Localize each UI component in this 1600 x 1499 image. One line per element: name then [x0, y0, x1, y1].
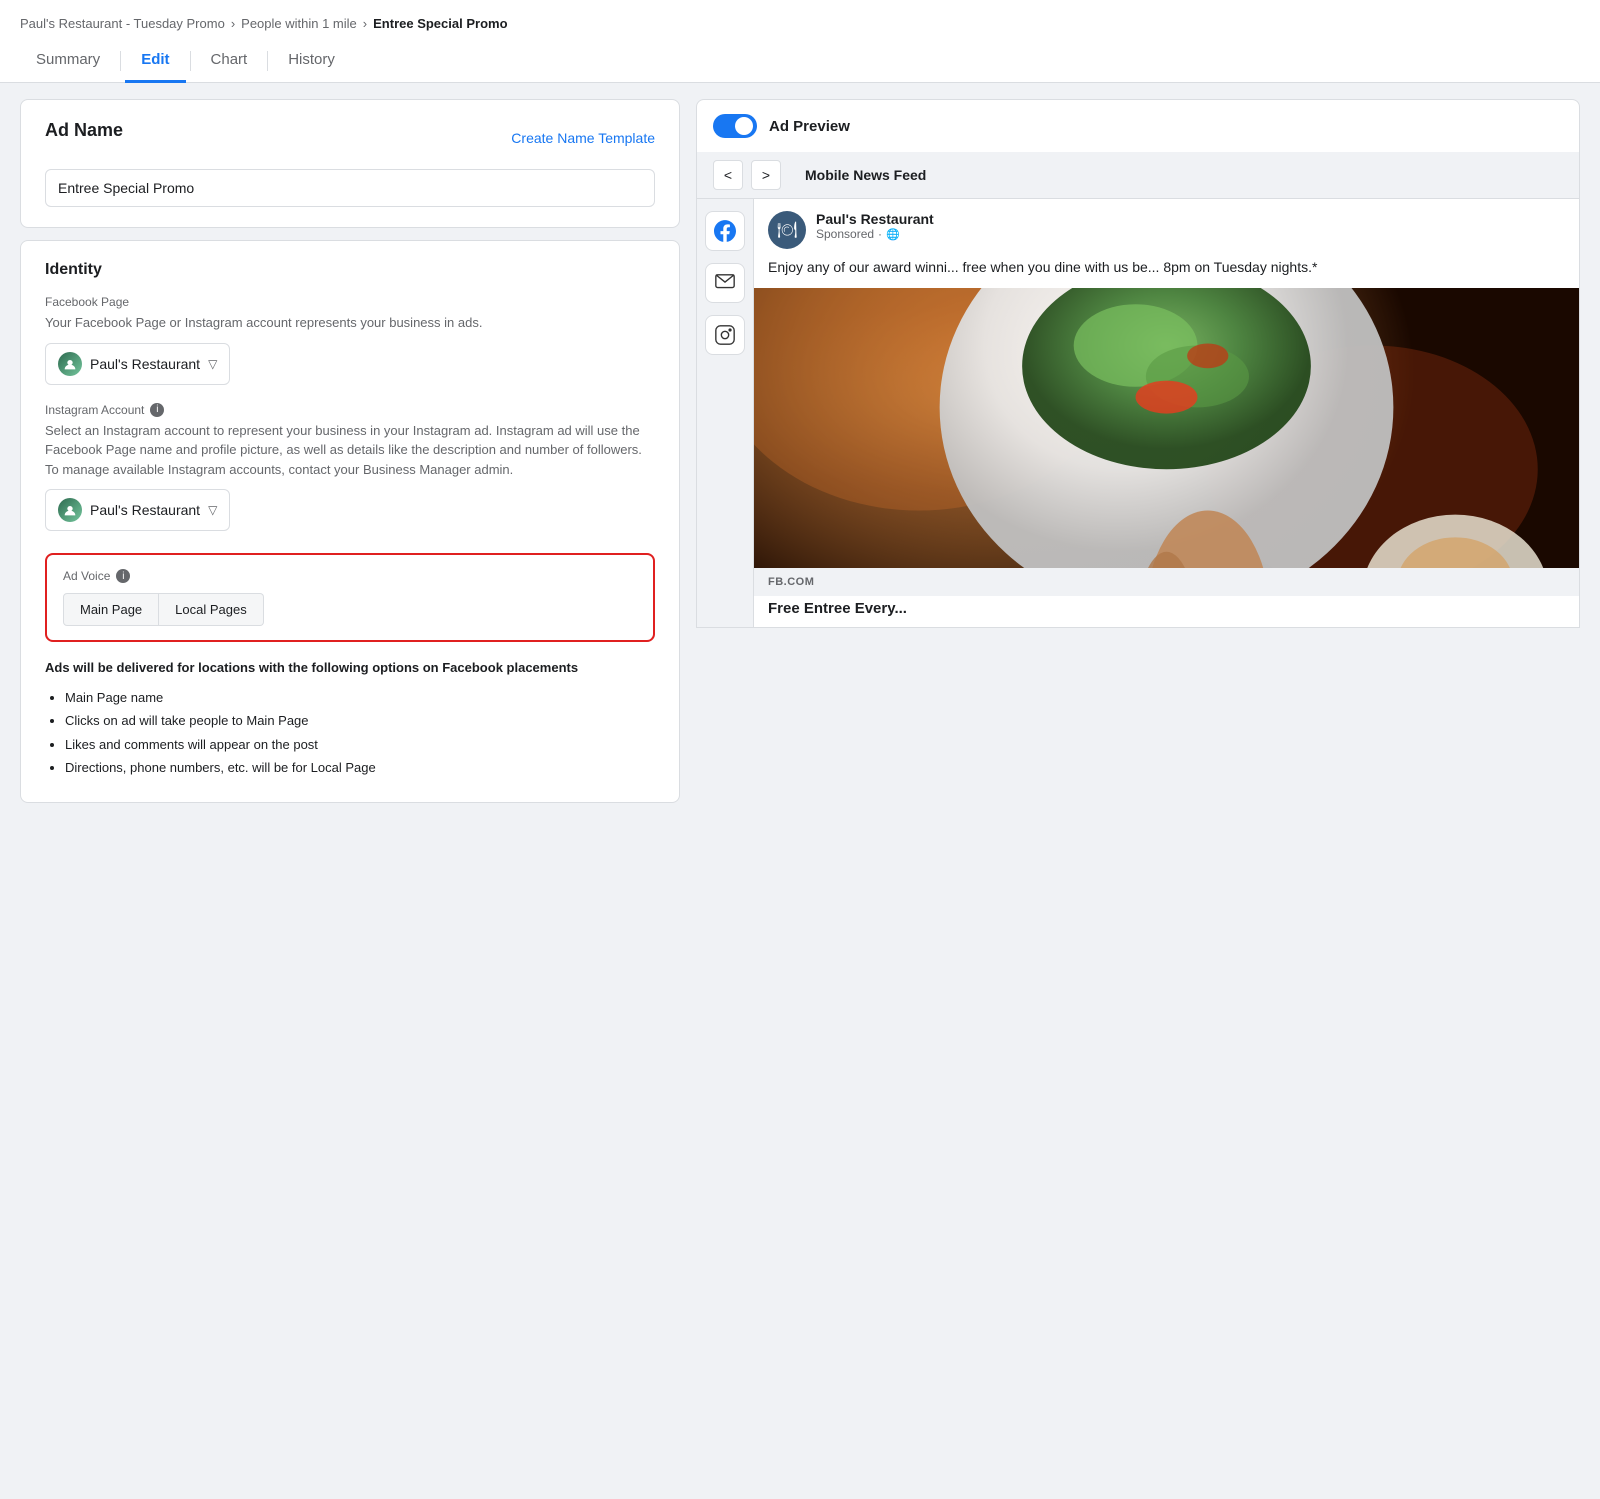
identity-card: Identity Facebook Page Your Facebook Pag… — [20, 240, 680, 803]
breadcrumb-item-2[interactable]: People within 1 mile — [241, 16, 357, 31]
platform-icon-facebook[interactable] — [705, 211, 745, 251]
bullet-item-4: Directions, phone numbers, etc. will be … — [65, 758, 655, 778]
facebook-page-dropdown-arrow: ▽ — [208, 357, 217, 371]
instagram-account-label: Instagram Account — [45, 403, 144, 417]
delivery-note: Ads will be delivered for locations with… — [45, 658, 655, 678]
globe-icon: 🌐 — [886, 228, 900, 241]
ad-preview-toggle-slider — [713, 114, 757, 138]
restaurant-icon: 🍽 — [777, 220, 797, 240]
bullet-item-3: Likes and comments will appear on the po… — [65, 735, 655, 755]
ad-voice-info-icon[interactable]: i — [116, 569, 130, 583]
ad-card-header: 🍽 Paul's Restaurant Sponsored · 🌐 — [754, 199, 1579, 257]
ad-voice-main-page-button[interactable]: Main Page — [63, 593, 159, 626]
food-scene-svg — [754, 288, 1579, 568]
food-image-bg — [754, 288, 1579, 568]
ad-preview-title: Ad Preview — [769, 118, 850, 135]
platform-icons-sidebar — [697, 199, 754, 627]
instagram-info-icon[interactable]: i — [150, 403, 164, 417]
fb-com-bar: FB.COM — [754, 568, 1579, 596]
advertiser-info: Paul's Restaurant Sponsored · 🌐 — [816, 211, 1565, 241]
preview-header: Ad Preview — [696, 99, 1580, 152]
breadcrumb-sep-2: › — [363, 16, 367, 31]
breadcrumb: Paul's Restaurant - Tuesday Promo › Peop… — [0, 0, 1600, 39]
advertiser-avatar: 🍽 — [768, 211, 806, 249]
left-panel: Ad Name Create Name Template Identity Fa… — [20, 99, 680, 1466]
preview-area: 🍽 Paul's Restaurant Sponsored · 🌐 Enjoy … — [696, 199, 1580, 628]
ad-name-title: Ad Name — [45, 120, 123, 141]
tab-history[interactable]: History — [272, 39, 351, 83]
ad-image-container — [754, 288, 1579, 568]
tab-summary[interactable]: Summary — [20, 39, 116, 83]
ad-name-card-header: Ad Name Create Name Template — [45, 120, 655, 155]
instagram-account-description: Select an Instagram account to represent… — [45, 421, 655, 480]
ad-name-input[interactable] — [45, 169, 655, 207]
tab-divider-1 — [120, 51, 121, 71]
breadcrumb-sep-1: › — [231, 16, 235, 31]
right-panel: Ad Preview < > Mobile News Feed — [680, 99, 1580, 1466]
ad-voice-toggle-group: Main Page Local Pages — [63, 593, 637, 626]
bullet-item-1: Main Page name — [65, 688, 655, 708]
bullet-item-2: Clicks on ad will take people to Main Pa… — [65, 711, 655, 731]
ad-voice-label-row: Ad Voice i — [63, 569, 637, 583]
ad-card: 🍽 Paul's Restaurant Sponsored · 🌐 Enjoy … — [754, 199, 1579, 627]
instagram-account-label-row: Instagram Account i — [45, 403, 655, 417]
tab-divider-2 — [190, 51, 191, 71]
create-name-template-link[interactable]: Create Name Template — [511, 130, 655, 146]
facebook-page-selector[interactable]: Paul's Restaurant ▽ — [45, 343, 230, 385]
ad-voice-label: Ad Voice — [63, 569, 110, 583]
tabs-bar: Summary Edit Chart History — [0, 39, 1600, 83]
identity-title: Identity — [45, 261, 655, 279]
instagram-page-selector[interactable]: Paul's Restaurant ▽ — [45, 489, 230, 531]
ad-voice-section: Ad Voice i Main Page Local Pages — [45, 553, 655, 642]
ad-voice-local-pages-button[interactable]: Local Pages — [159, 593, 264, 626]
preview-nav: < > Mobile News Feed — [696, 152, 1580, 199]
tab-divider-3 — [267, 51, 268, 71]
tab-chart[interactable]: Chart — [195, 39, 264, 83]
ad-preview-toggle[interactable] — [713, 114, 757, 138]
preview-nav-prev[interactable]: < — [713, 160, 743, 190]
facebook-page-avatar — [58, 352, 82, 376]
sponsored-row: Sponsored · 🌐 — [816, 227, 1565, 241]
ad-name-card: Ad Name Create Name Template — [20, 99, 680, 228]
sponsored-label: Sponsored — [816, 227, 874, 241]
instagram-page-avatar — [58, 498, 82, 522]
instagram-dropdown-arrow: ▽ — [208, 503, 217, 517]
main-content: Ad Name Create Name Template Identity Fa… — [0, 83, 1600, 1482]
free-entree-link-text[interactable]: Free Entree Every... — [754, 596, 1579, 627]
tab-edit[interactable]: Edit — [125, 39, 185, 83]
advertiser-name: Paul's Restaurant — [816, 211, 1565, 227]
preview-feed-type: Mobile News Feed — [805, 167, 926, 183]
facebook-page-description: Your Facebook Page or Instagram account … — [45, 313, 655, 333]
instagram-page-name: Paul's Restaurant — [90, 502, 200, 518]
platform-icon-messenger[interactable] — [705, 263, 745, 303]
breadcrumb-item-3-current: Entree Special Promo — [373, 16, 507, 31]
facebook-page-label: Facebook Page — [45, 295, 655, 309]
separator-dot: · — [878, 227, 882, 241]
delivery-bullet-list: Main Page name Clicks on ad will take pe… — [45, 688, 655, 778]
platform-icon-instagram[interactable] — [705, 315, 745, 355]
breadcrumb-item-1[interactable]: Paul's Restaurant - Tuesday Promo — [20, 16, 225, 31]
facebook-page-name: Paul's Restaurant — [90, 356, 200, 372]
preview-nav-next[interactable]: > — [751, 160, 781, 190]
ad-body-text: Enjoy any of our award winni... free whe… — [754, 257, 1579, 288]
